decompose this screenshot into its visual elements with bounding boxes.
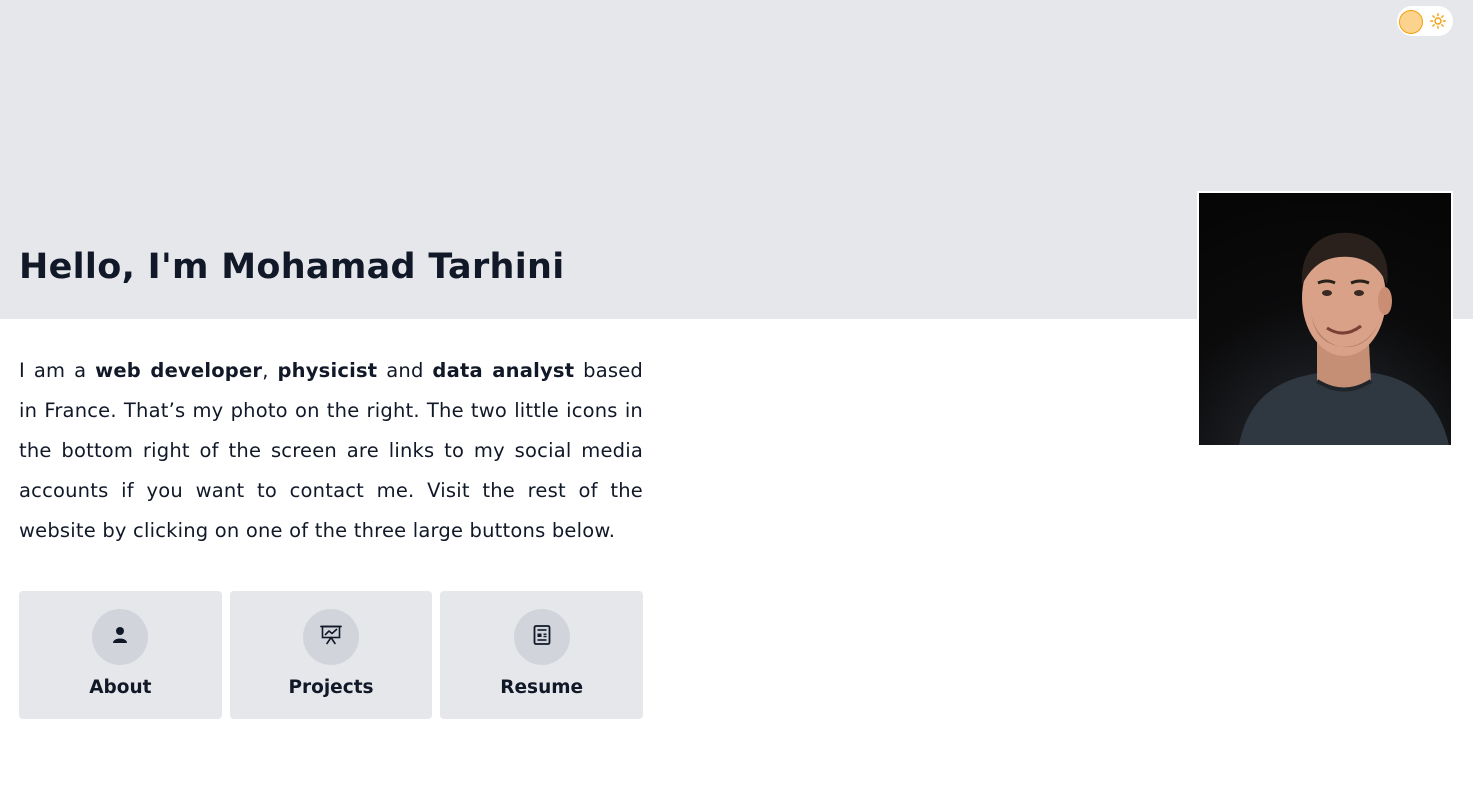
intro-separator: and [377,359,433,382]
nav-cards: About Projects Resume [19,591,644,719]
resume-button[interactable]: Resume [440,591,644,719]
about-label: About [89,677,152,698]
toggle-knob[interactable] [1399,10,1423,34]
role-web-developer: web developer [95,359,263,382]
projects-icon-circle [303,609,359,665]
sun-icon [1430,13,1446,29]
presentation-chart-icon [320,625,342,649]
profile-photo [1199,193,1451,445]
theme-toggle[interactable] [1397,6,1453,36]
about-button[interactable]: About [19,591,222,719]
intro-paragraph: I am a web developer, physicist and data… [19,351,643,551]
page-title: Hello, I'm Mohamad Tarhini [19,247,565,287]
projects-button[interactable]: Projects [229,591,433,719]
profile-photo-frame [1197,191,1453,447]
document-icon [533,625,551,649]
intro-separator: , [262,359,278,382]
intro-text-start: I am a [19,359,96,382]
role-data-analyst: data analyst [432,359,575,382]
projects-label: Projects [288,677,374,698]
resume-icon-circle [513,609,570,665]
user-icon [112,626,128,648]
about-icon-circle [92,609,149,665]
role-physicist: physicist [277,359,378,382]
intro-text-rest: based in France. That’s my photo on the … [19,359,643,542]
resume-label: Resume [500,677,584,698]
